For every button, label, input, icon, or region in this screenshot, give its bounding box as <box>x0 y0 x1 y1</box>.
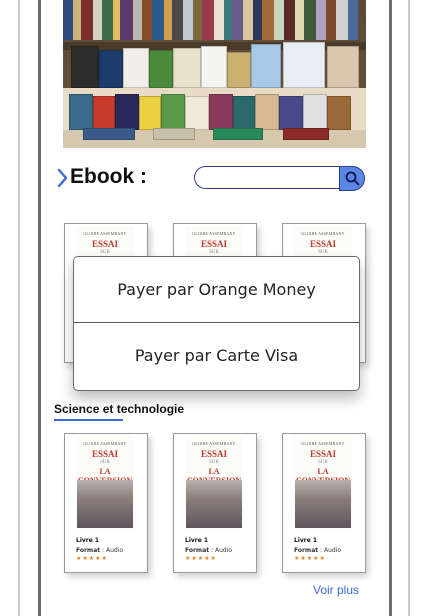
page-title: Ebook : <box>70 165 147 188</box>
book-cover: GLOIRE ASSEMBANY ESSAI SUR LA CONVERSION <box>294 436 352 530</box>
book-title-sub: SUR <box>100 460 110 465</box>
book-title-sub: SUR <box>209 460 219 465</box>
book-format: Format : Audio <box>76 547 123 554</box>
book-title: ESSAI <box>91 449 118 459</box>
book-title: ESSAI <box>91 239 118 249</box>
book-author: GLOIRE ASSEMBANY <box>192 441 236 446</box>
see-more-link[interactable]: Voir plus <box>313 583 359 597</box>
book-title: ESSAI <box>200 449 227 459</box>
ebook-card[interactable]: GLOIRE ASSEMBANY ESSAI SUR LA CONVERSION… <box>173 433 257 573</box>
book-cover: GLOIRE ASSEMBANY ESSAI SUR LA CONVERSION <box>76 436 134 530</box>
book-author: GLOIRE ASSEMBANY <box>192 231 236 236</box>
book-cover: GLOIRE ASSEMBANY ESSAI SUR LA CONVERSION <box>185 436 243 530</box>
book-name: Livre 1 <box>185 537 209 544</box>
format-value: : Audio <box>102 547 124 554</box>
book-author: GLOIRE ASSEMBANY <box>83 441 127 446</box>
book-title-sub: SUR <box>318 250 328 255</box>
book-title-sub: SUR <box>318 460 328 465</box>
ebook-card[interactable]: GLOIRE ASSEMBANY ESSAI SUR LA CONVERSION… <box>64 433 148 573</box>
format-label: Format <box>185 547 210 554</box>
section-underline <box>54 419 123 421</box>
book-title-sub: SUR <box>100 250 110 255</box>
format-value: : Audio <box>211 547 233 554</box>
cover-image <box>295 480 351 528</box>
book-title: ESSAI <box>309 239 336 249</box>
section-title: Science et technologie <box>54 402 185 416</box>
rating-stars: ★★★★★ <box>185 555 217 562</box>
rating-stars: ★★★★★ <box>76 555 108 562</box>
book-title-sub: SUR <box>209 250 219 255</box>
search-input[interactable] <box>194 166 340 189</box>
format-label: Format <box>76 547 101 554</box>
format-label: Format <box>294 547 319 554</box>
bookstore-banner-image <box>63 0 366 148</box>
book-title: ESSAI <box>200 239 227 249</box>
search-icon <box>345 171 359 186</box>
book-format: Format : Audio <box>294 547 341 554</box>
book-name: Livre 1 <box>76 537 100 544</box>
book-format: Format : Audio <box>185 547 232 554</box>
book-title: ESSAI <box>309 449 336 459</box>
pay-visa-card-option[interactable]: Payer par Carte Visa <box>74 323 359 388</box>
cover-image <box>186 480 242 528</box>
search-bar <box>194 166 365 191</box>
book-author: GLOIRE ASSEMBANY <box>301 231 345 236</box>
format-value: : Audio <box>320 547 342 554</box>
book-author: GLOIRE ASSEMBANY <box>83 231 127 236</box>
book-author: GLOIRE ASSEMBANY <box>301 441 345 446</box>
rating-stars: ★★★★★ <box>294 555 326 562</box>
cover-image <box>77 480 133 528</box>
pay-orange-money-option[interactable]: Payer par Orange Money <box>74 257 359 322</box>
ebook-card[interactable]: GLOIRE ASSEMBANY ESSAI SUR LA CONVERSION… <box>282 433 366 573</box>
chevron-right-icon <box>57 168 68 188</box>
search-button[interactable] <box>339 166 365 191</box>
book-name: Livre 1 <box>294 537 318 544</box>
payment-menu: Payer par Orange Money Payer par Carte V… <box>73 256 360 391</box>
